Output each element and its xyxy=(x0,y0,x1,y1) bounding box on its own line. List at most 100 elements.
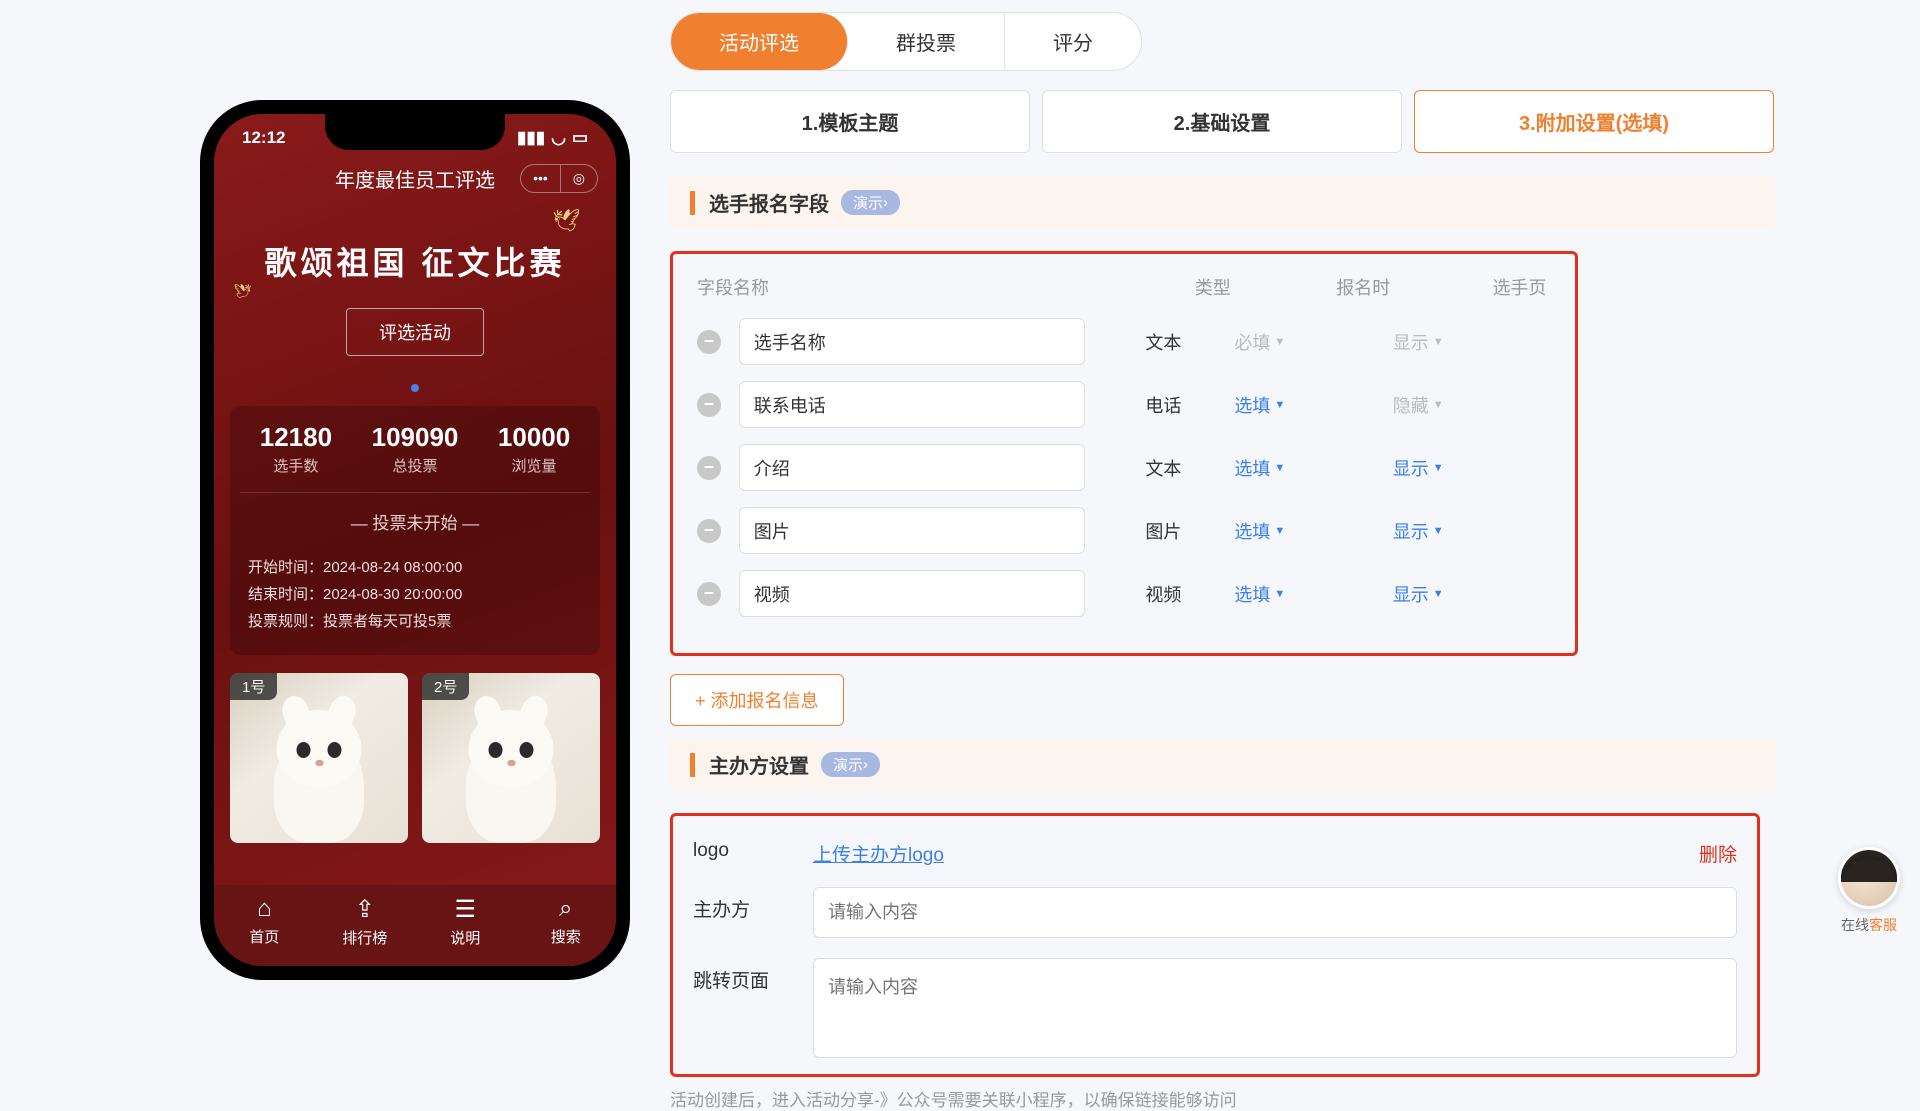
col-name: 字段名称 xyxy=(697,274,1195,300)
search-icon: ⌕ xyxy=(516,895,617,923)
nav-home[interactable]: ⌂ 首页 xyxy=(214,895,315,948)
field-name-input[interactable] xyxy=(739,318,1086,365)
remove-field-button[interactable]: − xyxy=(697,393,721,417)
status-time: 12:12 xyxy=(242,128,285,148)
hero-button[interactable]: 评选活动 xyxy=(346,308,484,356)
more-icon[interactable]: ••• xyxy=(521,165,561,192)
field-name-input[interactable] xyxy=(739,444,1086,491)
contestant-card[interactable]: 1号 xyxy=(230,673,408,843)
col-type: 类型 xyxy=(1195,274,1337,300)
field-row: − 视频选填▼显示▼ xyxy=(697,570,1551,617)
organizer-title: 主办方设置 xyxy=(709,750,809,779)
org-name-label: 主办方 xyxy=(693,887,813,922)
contestants: 1号 2号 xyxy=(214,655,616,853)
home-icon: ⌂ xyxy=(214,895,315,923)
field-row: − 文本必填▼显示▼ xyxy=(697,318,1551,365)
app-title: 年度最佳员工评选 xyxy=(335,164,495,193)
field-type: 视频 xyxy=(1085,581,1234,607)
tab-activity-vote[interactable]: 活动评选 xyxy=(671,13,848,70)
remove-field-button[interactable]: − xyxy=(697,519,721,543)
nav-info[interactable]: ☰ 说明 xyxy=(415,895,516,948)
col-show: 选手页 xyxy=(1492,274,1551,300)
delete-logo-link[interactable]: 删除 xyxy=(1699,832,1737,867)
stats-card: 12180 选手数 109090 总投票 10000 浏览量 — 投票未开始 —… xyxy=(230,406,600,655)
field-name-input[interactable] xyxy=(739,507,1086,554)
info-icon: ☰ xyxy=(415,895,516,924)
phone-notch xyxy=(325,114,505,150)
target-icon[interactable]: ◎ xyxy=(561,165,597,192)
field-show-dropdown[interactable]: 显示▼ xyxy=(1393,455,1551,481)
field-type: 文本 xyxy=(1085,329,1234,355)
tab-group-vote[interactable]: 群投票 xyxy=(848,13,1005,70)
organizer-box: logo 上传主办方logo 删除 主办方 跳转页面 xyxy=(670,813,1760,1077)
field-show-dropdown[interactable]: 隐藏▼ xyxy=(1393,392,1551,418)
logo-label: logo xyxy=(693,832,813,862)
jump-row: 跳转页面 xyxy=(693,958,1737,1058)
nav-search[interactable]: ⌕ 搜索 xyxy=(516,895,617,948)
wifi-icon: ◡ xyxy=(551,128,566,148)
remove-field-button[interactable]: − xyxy=(697,330,721,354)
field-type: 电话 xyxy=(1085,392,1234,418)
field-row: −文本选填▼显示▼ xyxy=(697,444,1551,491)
field-reg-dropdown[interactable]: 选填▼ xyxy=(1234,392,1392,418)
cs-avatar xyxy=(1838,847,1900,909)
organizer-header: 主办方设置 演示 › xyxy=(670,738,1775,791)
nav-ranking[interactable]: ⇪ 排行榜 xyxy=(315,895,416,948)
stats-row: 12180 选手数 109090 总投票 10000 浏览量 xyxy=(240,422,590,476)
field-row: − 电话选填▼隐藏▼ xyxy=(697,381,1551,428)
vote-rule: 投票规则：投票者每天可投5票 xyxy=(248,608,582,635)
org-name-row: 主办方 xyxy=(693,887,1737,938)
step-additional[interactable]: 3.附加设置(选填) xyxy=(1414,90,1774,153)
stat-views: 10000 浏览量 xyxy=(498,422,570,476)
upload-logo-link[interactable]: 上传主办方logo xyxy=(813,832,944,867)
hero-title: 歌颂祖国 征文比赛 xyxy=(234,238,596,284)
step-basic[interactable]: 2.基础设置 xyxy=(1042,90,1402,153)
stat-votes: 109090 总投票 xyxy=(372,422,459,476)
org-name-input[interactable] xyxy=(813,887,1737,938)
info-lines: 开始时间：2024-08-24 08:00:00 结束时间：2024-08-30… xyxy=(240,540,590,639)
field-reg-dropdown[interactable]: 选填▼ xyxy=(1234,518,1392,544)
contestant-card[interactable]: 2号 xyxy=(422,673,600,843)
step-tabs: 1.模板主题 2.基础设置 3.附加设置(选填) xyxy=(670,90,1774,153)
end-time: 结束时间：2024-08-30 20:00:00 xyxy=(248,581,582,608)
field-name-input[interactable] xyxy=(739,381,1086,428)
col-reg: 报名时 xyxy=(1336,274,1492,300)
dove-icon: 🕊 xyxy=(234,283,252,300)
organizer-section: 主办方设置 演示 › logo 上传主办方logo 删除 主办方 跳转页面 活动… xyxy=(670,738,1775,1077)
field-show-dropdown[interactable]: 显示▼ xyxy=(1393,518,1551,544)
title-pill: ••• ◎ xyxy=(520,164,598,193)
top-tabs: 活动评选 群投票 评分 xyxy=(670,12,1142,71)
stat-contestants: 12180 选手数 xyxy=(260,422,332,476)
field-show-dropdown[interactable]: 显示▼ xyxy=(1393,329,1551,355)
fields-header: 选手报名字段 演示 › xyxy=(670,176,1775,229)
jump-textarea[interactable] xyxy=(813,958,1737,1058)
section-bar xyxy=(690,753,695,777)
fields-box: 字段名称 类型 报名时 选手页 −文本必填▼显示▼−电话选填▼隐藏▼−文本选填▼… xyxy=(670,251,1578,656)
fields-title: 选手报名字段 xyxy=(709,188,829,217)
phone-preview: 12:12 ▮▮▮ ◡ ▭ 年度最佳员工评选 ••• ◎ 🕊 🕊 歌颂祖国 征文… xyxy=(200,100,630,980)
fields-columns: 字段名称 类型 报名时 选手页 xyxy=(697,274,1551,300)
field-show-dropdown[interactable]: 显示▼ xyxy=(1393,581,1551,607)
field-name-input[interactable] xyxy=(739,570,1086,617)
organizer-hint: 活动创建后，进入活动分享-》公众号需要关联小程序，以确保链接能够访问 xyxy=(670,1086,1237,1111)
fields-section: 选手报名字段 演示 › 字段名称 类型 报名时 选手页 −文本必填▼显示▼−电话… xyxy=(670,176,1775,726)
add-field-button[interactable]: + 添加报名信息 xyxy=(670,674,844,726)
customer-service[interactable]: 在线客服 xyxy=(1838,847,1900,935)
demo-badge[interactable]: 演示 › xyxy=(841,190,900,215)
logo-row: logo 上传主办方logo 删除 xyxy=(693,832,1737,867)
field-reg-dropdown[interactable]: 选填▼ xyxy=(1234,581,1392,607)
dot[interactable] xyxy=(411,384,419,392)
demo-badge[interactable]: 演示 › xyxy=(821,752,880,777)
field-reg-dropdown[interactable]: 必填▼ xyxy=(1234,329,1392,355)
start-time: 开始时间：2024-08-24 08:00:00 xyxy=(248,554,582,581)
signal-icon: ▮▮▮ xyxy=(517,128,545,148)
step-template[interactable]: 1.模板主题 xyxy=(670,90,1030,153)
remove-field-button[interactable]: − xyxy=(697,456,721,480)
dove-icon: 🕊 xyxy=(552,208,580,234)
tab-score[interactable]: 评分 xyxy=(1005,13,1141,70)
vote-status: — 投票未开始 — xyxy=(240,492,590,540)
contestant-tag: 2号 xyxy=(422,673,469,700)
hero: 🕊 🕊 歌颂祖国 征文比赛 评选活动 xyxy=(214,203,616,376)
field-reg-dropdown[interactable]: 选填▼ xyxy=(1234,455,1392,481)
remove-field-button[interactable]: − xyxy=(697,582,721,606)
